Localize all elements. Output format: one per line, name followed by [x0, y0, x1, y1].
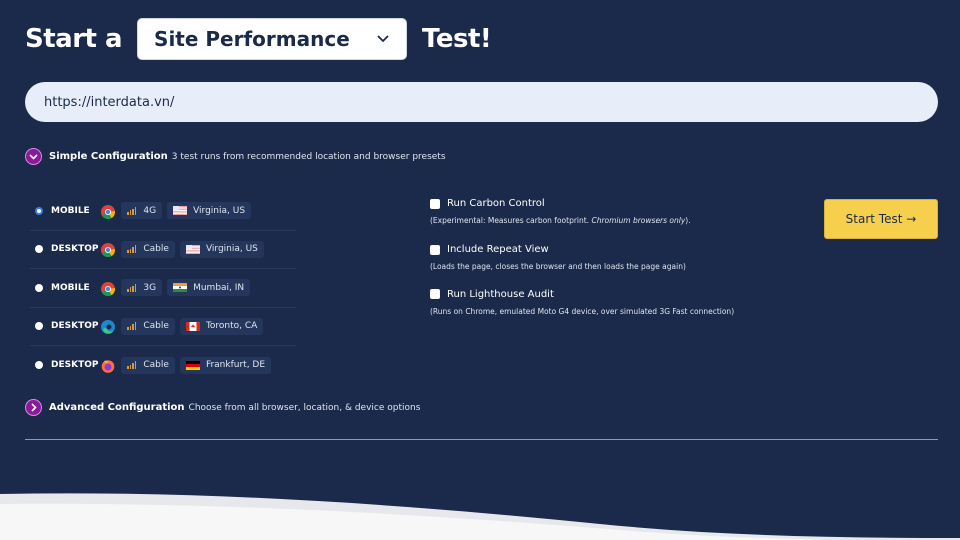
signal-icon	[127, 283, 137, 292]
flag-us-icon	[185, 244, 200, 254]
footer-wave	[0, 493, 960, 540]
location-chip: Virginia, US	[167, 202, 252, 220]
device-label: MOBILE	[51, 282, 90, 293]
option-description: (Experimental: Measures carbon footprint…	[430, 214, 740, 228]
connection-chip: Cable	[121, 240, 175, 258]
location-label: Toronto, CA	[205, 321, 258, 332]
connection-label: Cable	[143, 244, 169, 255]
run-radio[interactable]	[35, 322, 43, 331]
test-options: Run Carbon Control (Experimental: Measure…	[430, 198, 740, 333]
connection-label: Cable	[143, 360, 169, 371]
test-run-list: MOBILE 4G Virginia, US DESKTOP Cable Virginia…	[30, 192, 296, 385]
option-desc-emphasis: Chromium browsers only	[591, 216, 686, 225]
chrome-icon	[101, 204, 115, 219]
section-divider	[25, 439, 938, 440]
location-chip: Toronto, CA	[179, 317, 264, 335]
simple-config-toggle[interactable]: Simple Configuration 3 test runs from re…	[25, 148, 446, 165]
test-type-select[interactable]: Site Performance	[137, 18, 408, 60]
option-checkbox[interactable]	[430, 244, 440, 255]
run-radio[interactable]	[35, 283, 43, 292]
page-heading: Start a Site Performance Test!	[25, 18, 492, 60]
device-label: DESKTOP	[51, 321, 99, 332]
connection-chip: Cable	[121, 317, 175, 335]
device-label: DESKTOP	[51, 360, 99, 371]
option-checkbox[interactable]	[430, 198, 440, 209]
test-type-value: Site Performance	[154, 27, 350, 51]
start-test-button[interactable]: Start Test →	[824, 199, 938, 239]
option-item: Include Repeat View (Loads the page, clos…	[430, 244, 740, 274]
option-label: Run Carbon Control	[447, 198, 545, 209]
run-radio[interactable]	[35, 245, 43, 254]
signal-icon	[127, 361, 137, 370]
location-label: Mumbai, IN	[193, 282, 245, 293]
option-label: Run Lighthouse Audit	[447, 288, 554, 300]
advanced-config-desc: Choose from all browser, location, & dev…	[188, 402, 421, 413]
device-label: DESKTOP	[51, 244, 99, 255]
url-input[interactable]	[25, 82, 938, 122]
run-radio[interactable]	[35, 361, 43, 370]
option-desc-tail: ).	[685, 216, 691, 225]
run-radio[interactable]	[35, 206, 43, 215]
location-chip: Mumbai, IN	[167, 279, 251, 297]
option-desc-text: (Experimental: Measures carbon footprint…	[430, 216, 592, 225]
option-description: (Loads the page, closes the browser and …	[430, 260, 740, 274]
advanced-config-toggle[interactable]: Advanced Configuration Choose from all b…	[25, 399, 420, 416]
chevron-down-icon	[376, 32, 390, 46]
flag-ca-icon	[185, 321, 200, 331]
option-label: Include Repeat View	[447, 244, 549, 256]
firefox-icon	[101, 358, 115, 374]
option-desc-text: (Runs on Chrome, emulated Moto G4 device…	[430, 306, 735, 316]
test-run-row[interactable]: DESKTOP Cable Frankfurt, DE	[30, 346, 296, 385]
connection-label: 3G	[143, 282, 157, 293]
test-run-row[interactable]: MOBILE 3G Mumbai, IN	[30, 269, 296, 308]
location-label: Virginia, US	[193, 205, 246, 216]
test-run-row[interactable]: DESKTOP Cable Virginia, US	[30, 231, 296, 269]
option-item: Run Lighthouse Audit (Runs on Chrome, emu…	[430, 289, 740, 319]
option-desc-text: (Loads the page, closes the browser and …	[430, 262, 686, 272]
test-run-row[interactable]: MOBILE 4G Virginia, US	[30, 192, 296, 231]
location-chip: Frankfurt, DE	[179, 356, 272, 374]
chrome-icon	[101, 281, 115, 296]
option-description: (Runs on Chrome, emulated Moto G4 device…	[430, 305, 740, 319]
connection-chip: 3G	[121, 279, 163, 297]
heading-lead: Start a	[25, 24, 123, 54]
chrome-icon	[101, 242, 115, 258]
option-item: Run Carbon Control (Experimental: Measure…	[430, 198, 740, 228]
test-run-row[interactable]: DESKTOP Cable Toronto, CA	[30, 308, 296, 346]
flag-in-icon	[173, 283, 188, 293]
option-checkbox[interactable]	[430, 289, 440, 299]
advanced-config-title: Advanced Configuration	[49, 402, 185, 413]
location-label: Virginia, US	[205, 244, 258, 255]
device-label: MOBILE	[51, 205, 90, 216]
chevron-down-icon	[25, 148, 42, 165]
connection-label: 4G	[143, 205, 157, 216]
simple-config-title: Simple Configuration	[49, 151, 168, 162]
flag-us-icon	[173, 206, 188, 216]
edge-icon	[101, 319, 115, 335]
connection-label: Cable	[143, 321, 169, 332]
signal-icon	[127, 322, 137, 331]
flag-de-icon	[185, 360, 200, 370]
location-label: Frankfurt, DE	[205, 360, 266, 371]
signal-icon	[127, 245, 137, 254]
heading-tail: Test!	[422, 24, 492, 54]
signal-icon	[127, 206, 137, 215]
chevron-right-icon	[25, 399, 42, 416]
connection-chip: 4G	[121, 202, 163, 220]
location-chip: Virginia, US	[179, 240, 264, 258]
simple-config-desc: 3 test runs from recommended location an…	[171, 151, 446, 162]
connection-chip: Cable	[121, 356, 175, 374]
